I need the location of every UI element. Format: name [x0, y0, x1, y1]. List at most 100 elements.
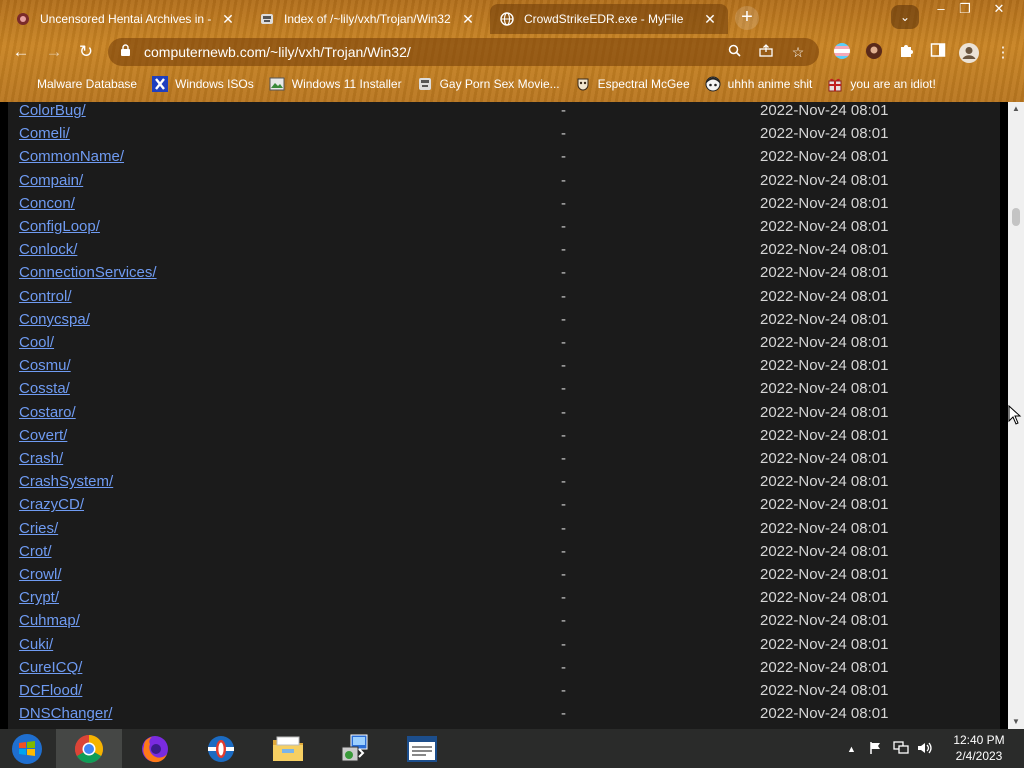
- close-window-button[interactable]: ✕: [984, 0, 1014, 18]
- modified-date: 2022-Nov-24 08:01: [760, 102, 889, 119]
- account-avatar-icon[interactable]: [958, 42, 980, 64]
- directory-link[interactable]: CommonName/: [19, 148, 124, 165]
- windows-start-icon: [12, 733, 42, 764]
- modified-date: 2022-Nov-24 08:01: [760, 241, 889, 259]
- directory-link[interactable]: Costaro/: [19, 404, 76, 421]
- scroll-down-arrow-icon[interactable]: ▼: [1008, 715, 1024, 729]
- bookmark-anime[interactable]: uhhh anime shit: [705, 76, 812, 92]
- directory-link[interactable]: Cosmu/: [19, 357, 71, 374]
- tab-strip: Uncensored Hentai Archives in - … ✕ Inde…: [0, 0, 1024, 34]
- network-icon[interactable]: [893, 741, 909, 758]
- tab-index-trojan[interactable]: Index of /~lily/vxh/Trojan/Win32 ✕: [250, 4, 486, 34]
- file-explorer-app[interactable]: [255, 729, 321, 768]
- back-button[interactable]: ←: [9, 41, 33, 65]
- file-size: -: [561, 148, 566, 166]
- reload-button[interactable]: ↻: [74, 41, 98, 65]
- tab-close-icon[interactable]: ✕: [460, 11, 476, 28]
- forward-button[interactable]: →: [42, 41, 66, 65]
- menu-kebab-icon[interactable]: ⋮: [992, 42, 1014, 64]
- search-icon[interactable]: [723, 44, 745, 60]
- directory-link[interactable]: Covert/: [19, 427, 67, 444]
- extensions-puzzle-icon[interactable]: [895, 42, 917, 64]
- reload-icon: ↻: [78, 42, 94, 61]
- directory-link[interactable]: Concon/: [19, 195, 75, 212]
- tab-close-icon[interactable]: ✕: [702, 11, 718, 28]
- restore-button[interactable]: ❐: [950, 0, 980, 18]
- tab-close-icon[interactable]: ✕: [220, 11, 236, 28]
- bookmark-star-icon[interactable]: ☆: [787, 44, 809, 61]
- directory-link[interactable]: Cossta/: [19, 380, 70, 397]
- tab-search-button[interactable]: ⌄: [891, 5, 919, 29]
- directory-link[interactable]: Crypt/: [19, 589, 59, 606]
- profile-extension-icon[interactable]: [863, 42, 885, 64]
- table-row: Costaro/ - 2022-Nov-24 08:01: [8, 404, 1000, 426]
- chevron-down-icon: ⌄: [899, 10, 911, 24]
- tab-hentai-archives[interactable]: Uncensored Hentai Archives in - … ✕: [6, 4, 246, 34]
- address-bar[interactable]: ☆: [108, 38, 819, 66]
- opera-icon: [208, 735, 234, 762]
- tab-crowdstrike[interactable]: CrowdStrikeEDR.exe - MyFile ✕: [490, 4, 728, 34]
- show-hidden-icons-chevron-icon[interactable]: ▲: [847, 744, 856, 754]
- directory-link[interactable]: Conlock/: [19, 241, 77, 258]
- file-size: -: [561, 519, 566, 537]
- bookmark-espectral-mcgee[interactable]: Espectral McGee: [575, 76, 690, 92]
- bookmark-windows-11-installer[interactable]: Windows 11 Installer: [269, 76, 402, 92]
- directory-link[interactable]: Cool/: [19, 334, 54, 351]
- archive-favicon-icon: [260, 12, 274, 26]
- directory-link[interactable]: Cries/: [19, 520, 58, 537]
- trans-flag-extension-icon[interactable]: [831, 42, 853, 64]
- scrollbar-thumb[interactable]: [1012, 208, 1020, 226]
- notepad-app[interactable]: [389, 729, 455, 768]
- modified-date: 2022-Nov-24 08:01: [760, 148, 889, 166]
- chrome-app[interactable]: [56, 729, 122, 768]
- system-clock[interactable]: 12:40 PM 2/4/2023: [944, 732, 1014, 764]
- globe-favicon-icon: [500, 12, 514, 26]
- url-input[interactable]: [144, 44, 723, 60]
- modified-date: 2022-Nov-24 08:01: [760, 473, 889, 491]
- scroll-up-arrow-icon[interactable]: ▲: [1008, 102, 1024, 116]
- directory-link[interactable]: Cuhmap/: [19, 612, 80, 629]
- directory-link[interactable]: Compain/: [19, 172, 83, 189]
- clock-date: 2/4/2023: [955, 749, 1003, 763]
- bookmark-windows-isos[interactable]: Windows ISOs: [152, 76, 254, 92]
- start-button[interactable]: [0, 729, 54, 768]
- file-size: -: [561, 171, 566, 189]
- directory-link[interactable]: Comeli/: [19, 125, 70, 142]
- bookmark-you-are-an-idiot[interactable]: you are an idiot!: [827, 76, 936, 92]
- directory-link[interactable]: Crot/: [19, 543, 52, 560]
- table-row: Conlock/ - 2022-Nov-24 08:01: [8, 241, 1000, 263]
- bookmark-malware-database[interactable]: Malware Database: [14, 76, 137, 92]
- directory-link[interactable]: ConnectionServices/: [19, 264, 157, 281]
- folder-icon: [14, 76, 30, 92]
- mask-icon: [575, 76, 591, 92]
- firefox-icon: [142, 735, 168, 762]
- directory-link[interactable]: ColorBug/: [19, 102, 86, 119]
- modified-date: 2022-Nov-24 08:01: [760, 264, 889, 282]
- directory-link[interactable]: Conycspa/: [19, 311, 90, 328]
- directory-link[interactable]: CrashSystem/: [19, 473, 113, 490]
- installer-app[interactable]: [322, 729, 388, 768]
- modified-date: 2022-Nov-24 08:01: [760, 334, 889, 351]
- directory-link[interactable]: ConfigLoop/: [19, 218, 100, 235]
- opera-app[interactable]: [188, 729, 254, 768]
- action-center-flag-icon[interactable]: [869, 741, 883, 758]
- side-panel-icon[interactable]: [927, 42, 949, 64]
- directory-link[interactable]: Crash/: [19, 450, 63, 467]
- table-row: Crowl/ - 2022-Nov-24 08:01: [8, 566, 1000, 588]
- directory-link[interactable]: Cuki/: [19, 636, 53, 653]
- directory-link[interactable]: Crowl/: [19, 566, 62, 583]
- directory-link[interactable]: DNSChanger/: [19, 705, 112, 722]
- table-row: Cosmu/ - 2022-Nov-24 08:01: [8, 357, 1000, 379]
- firefox-app[interactable]: [122, 729, 188, 768]
- directory-link[interactable]: DCFlood/: [19, 682, 82, 699]
- share-icon[interactable]: [755, 44, 777, 60]
- directory-link[interactable]: Control/: [19, 288, 72, 305]
- directory-link[interactable]: CrazyCD/: [19, 496, 84, 513]
- table-row: Cuki/ - 2022-Nov-24 08:01: [8, 636, 1000, 658]
- volume-icon[interactable]: [917, 741, 933, 758]
- new-tab-button[interactable]: +: [735, 6, 759, 30]
- directory-link[interactable]: CureICQ/: [19, 659, 82, 676]
- taskbar: ▲ 12:40 PM 2/4/2023: [0, 729, 1024, 768]
- bookmark-gay-porn-sex-movie[interactable]: Gay Porn Sex Movie...: [417, 76, 560, 92]
- modified-date: 2022-Nov-24 08:01: [760, 426, 889, 444]
